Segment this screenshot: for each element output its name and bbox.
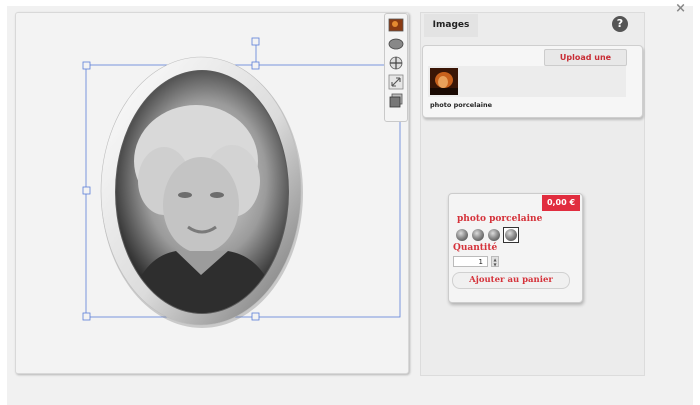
tool-strip <box>384 13 408 122</box>
upload-image-button[interactable]: Upload une image <box>544 49 627 77</box>
layers-icon[interactable] <box>388 93 404 109</box>
finish-option[interactable] <box>488 229 500 241</box>
resize-handle[interactable] <box>82 61 91 70</box>
resize-handle[interactable] <box>82 186 91 195</box>
editor-canvas[interactable] <box>15 12 409 374</box>
quantity-label: Quantité <box>453 243 498 253</box>
add-to-cart-button[interactable]: Ajouter au panier <box>452 272 570 289</box>
quantity-input[interactable]: 1 <box>453 256 488 267</box>
resize-icon[interactable] <box>388 74 404 90</box>
resize-handle[interactable] <box>251 61 260 70</box>
tab-images[interactable]: Images <box>424 14 478 37</box>
quantity-stepper[interactable]: ▲ ▼ <box>491 256 499 267</box>
oval-shape-icon[interactable] <box>388 36 404 52</box>
product-name: photo porcelaine <box>457 214 543 224</box>
resize-handle[interactable] <box>82 312 91 321</box>
resize-handle[interactable] <box>251 312 260 321</box>
image-icon[interactable] <box>388 17 404 33</box>
help-icon[interactable]: ? <box>612 16 628 32</box>
close-icon[interactable]: × <box>675 2 686 15</box>
canvas-artwork <box>82 37 401 328</box>
move-icon[interactable] <box>388 55 404 71</box>
image-thumbnail-label: photo porcelaine <box>430 101 493 109</box>
finish-option[interactable] <box>505 229 517 241</box>
rotate-handle[interactable] <box>251 37 260 46</box>
finish-option[interactable] <box>472 229 484 241</box>
image-thumbnail[interactable] <box>430 68 458 95</box>
price-badge: 0,00 € <box>542 195 580 211</box>
finish-option[interactable] <box>456 229 468 241</box>
